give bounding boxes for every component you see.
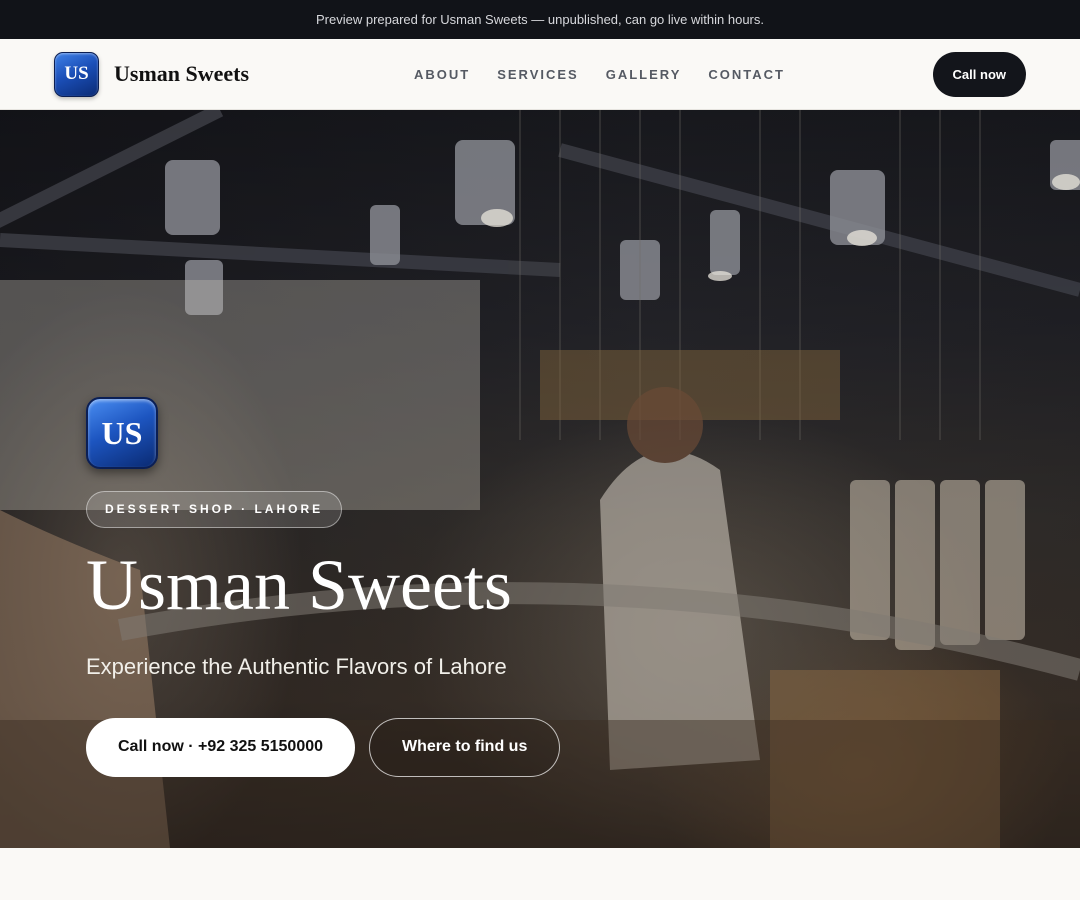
find-us-button[interactable]: Where to find us — [369, 717, 561, 777]
nav-link-services[interactable]: SERVICES — [497, 67, 579, 82]
hero-section: US DESSERT SHOP · LAHORE Usman Sweets Ex… — [0, 110, 1080, 848]
category-tag: DESSERT SHOP · LAHORE — [86, 491, 343, 528]
site-header: US Usman Sweets ABOUT SERVICES GALLERY C… — [0, 39, 1080, 110]
hero-logo-text: US — [101, 414, 143, 451]
brand[interactable]: US Usman Sweets — [54, 51, 250, 97]
nav-link-contact[interactable]: CONTACT — [708, 67, 785, 82]
call-now-button[interactable]: Call now — [932, 51, 1026, 97]
preview-banner-text: Preview prepared for Usman Sweets — unpu… — [315, 12, 764, 27]
brand-logo-text: US — [64, 63, 89, 84]
hero-subtitle: Experience the Authentic Flavors of Laho… — [86, 653, 507, 679]
hero-logo: US — [86, 397, 158, 469]
nav-link-about[interactable]: ABOUT — [414, 67, 470, 82]
call-phone-button[interactable]: Call now · +92 325 5150000 — [86, 717, 356, 777]
nav-link-gallery[interactable]: GALLERY — [606, 67, 682, 82]
brand-name: Usman Sweets — [114, 61, 250, 86]
brand-logo: US — [54, 51, 99, 97]
preview-banner: Preview prepared for Usman Sweets — unpu… — [0, 0, 1080, 39]
next-section — [0, 848, 1080, 900]
hero-actions: Call now · +92 325 5150000 Where to find… — [86, 717, 561, 777]
hero-title: Usman Sweets — [86, 545, 512, 625]
hero-content: US DESSERT SHOP · LAHORE Usman Sweets Ex… — [86, 397, 561, 777]
main-nav: ABOUT SERVICES GALLERY CONTACT — [414, 39, 785, 110]
